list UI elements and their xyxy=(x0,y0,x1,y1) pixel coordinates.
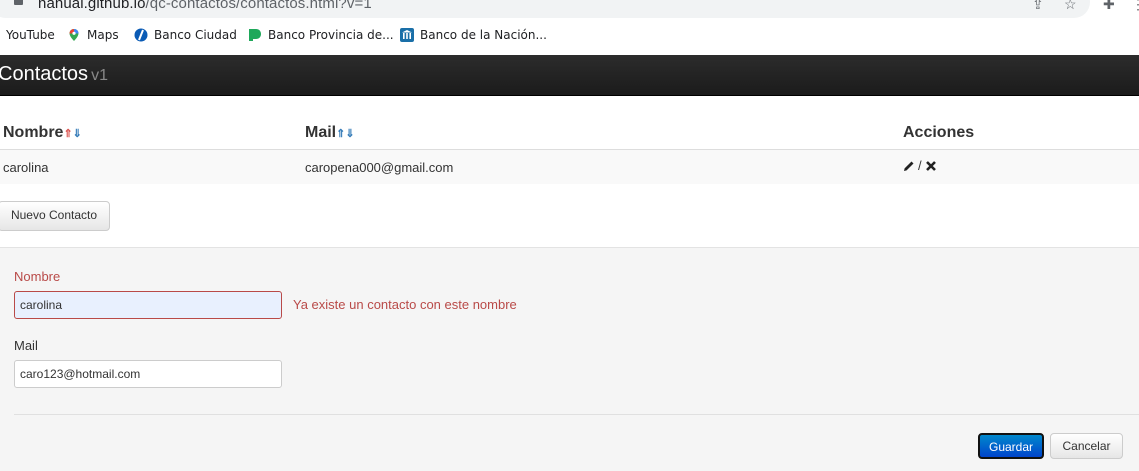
app-title: Contactos xyxy=(0,63,89,85)
maps-pin-icon xyxy=(69,29,79,41)
lock-icon[interactable] xyxy=(14,0,23,5)
cancel-button[interactable]: Cancelar xyxy=(1050,433,1123,459)
app-navbar: Contactos v1 xyxy=(0,55,1139,96)
delete-x-icon[interactable] xyxy=(925,160,937,172)
header-nombre[interactable]: Nombre⇑⇓ xyxy=(3,124,82,142)
banco-ciudad-icon xyxy=(134,28,148,42)
table-row xyxy=(0,150,1139,184)
bookmark-maps[interactable]: Maps xyxy=(67,28,119,42)
browser-url-bar: nahual.github.io/qc-contactos/contactos.… xyxy=(0,0,1139,20)
bookmarks-bar: YouTube Maps Banco Ciudad Banco Provinci… xyxy=(0,20,1139,54)
mail-input[interactable]: caro123@hotmail.com xyxy=(14,360,282,388)
bookmark-youtube[interactable]: YouTube xyxy=(6,28,55,42)
nombre-error-message: Ya existe un contacto con este nombre xyxy=(293,297,517,312)
header-mail[interactable]: Mail⇑⇓ xyxy=(305,124,355,142)
sort-desc-icon[interactable]: ⇓ xyxy=(345,128,354,140)
banco-nacion-icon xyxy=(400,28,414,42)
url-text[interactable]: nahual.github.io/qc-contactos/contactos.… xyxy=(38,0,372,12)
star-icon[interactable]: ☆ xyxy=(1064,0,1077,13)
app-version: v1 xyxy=(91,67,108,84)
nombre-input[interactable]: carolina xyxy=(14,291,282,319)
bookmark-banco-nacion[interactable]: Banco de la Nación... xyxy=(400,28,547,42)
form-actions-divider xyxy=(14,414,1139,415)
sort-desc-icon[interactable]: ⇓ xyxy=(73,128,82,140)
bookmark-banco-provincia[interactable]: Banco Provincia de... xyxy=(248,28,394,42)
banco-provincia-icon xyxy=(249,29,261,41)
sort-asc-icon[interactable]: ⇑ xyxy=(336,128,345,140)
header-acciones: Acciones xyxy=(903,124,975,141)
app-brand[interactable]: Contactos v1 xyxy=(0,63,108,86)
new-contact-button[interactable]: Nuevo Contacto xyxy=(0,201,110,231)
cell-mail: caropena000@gmail.com xyxy=(305,160,454,175)
contact-form-panel xyxy=(0,247,1139,471)
sort-asc-icon[interactable]: ⇑ xyxy=(63,128,72,140)
bookmark-banco-ciudad[interactable]: Banco Ciudad xyxy=(134,28,237,42)
action-separator: / xyxy=(918,158,922,173)
cell-acciones: / xyxy=(903,158,937,173)
menu-icon[interactable]: ⋮ xyxy=(1131,0,1139,13)
edit-pencil-icon[interactable] xyxy=(903,160,915,172)
save-button[interactable]: Guardar xyxy=(978,433,1044,459)
nombre-label: Nombre xyxy=(14,269,61,284)
extensions-icon[interactable]: ✚ xyxy=(1103,0,1115,13)
mail-label: Mail xyxy=(14,338,38,353)
cell-nombre: carolina xyxy=(3,160,49,175)
share-icon[interactable]: ⇪ xyxy=(1032,0,1044,13)
